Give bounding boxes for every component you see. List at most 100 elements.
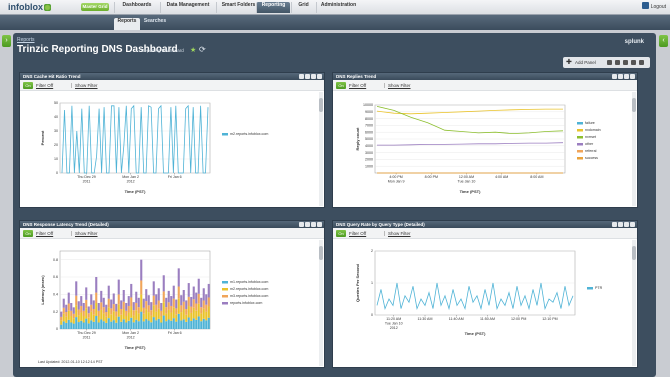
breadcrumb[interactable]: Reports (17, 37, 35, 43)
nav-administration[interactable]: Administration (316, 2, 360, 13)
x-tick-label: 2011 (83, 180, 91, 184)
latency-bar (180, 295, 183, 306)
close-icon[interactable] (317, 222, 322, 227)
filter-off-link[interactable]: Filter Off (36, 83, 53, 88)
scroll-thumb[interactable] (632, 98, 636, 112)
refresh-panel-icon[interactable] (311, 74, 316, 79)
filter-off-link[interactable]: Filter Off (349, 231, 366, 236)
tab-searches[interactable]: Searches (141, 18, 169, 30)
latency-bar (62, 313, 65, 322)
panel-scrollbar[interactable] (632, 92, 636, 206)
refresh-panel-icon[interactable] (311, 222, 316, 227)
chart-response-latency: 0 0.2 0.4 0.6 0.8 Thu Dec 292011 Mon Jan 22012… (40, 250, 268, 350)
latency-bar (125, 303, 128, 311)
favorite-star-icon[interactable]: ★ (190, 46, 196, 54)
latency-bar (97, 310, 100, 316)
scroll-thumb[interactable] (632, 246, 636, 260)
settings-icon[interactable] (305, 222, 310, 227)
latency-bar (77, 301, 80, 310)
filter-toggle-button[interactable]: On (23, 82, 33, 89)
settings-icon[interactable] (618, 222, 623, 227)
show-filter-link[interactable]: Show Filter (384, 231, 411, 236)
nav-reporting[interactable]: Reporting (256, 2, 290, 13)
latency-bar (145, 289, 148, 302)
filter-off-link[interactable]: Filter Off (349, 83, 366, 88)
latency-bar (180, 320, 183, 329)
close-icon[interactable] (630, 74, 635, 79)
print-icon[interactable] (615, 60, 620, 65)
nav-data-management[interactable]: Data Management (160, 2, 215, 13)
latency-bar (197, 278, 200, 294)
expand-left-icon[interactable]: › (2, 35, 11, 47)
minimize-icon[interactable] (299, 222, 304, 227)
edit-icon[interactable] (607, 60, 612, 65)
close-icon[interactable] (317, 74, 322, 79)
latency-bar (190, 296, 193, 307)
latency-bar (200, 307, 203, 314)
add-panel-button[interactable]: Add Panel (575, 60, 596, 65)
latency-bar (95, 316, 98, 329)
filter-off-link[interactable]: Filter Off (36, 231, 53, 236)
legend-label: m2.reports.infoblox.com (230, 287, 268, 291)
x-tick-label: 4:00 PM (389, 175, 402, 179)
latency-bar (147, 312, 150, 321)
add-panel-icon[interactable]: ✚ (566, 58, 572, 66)
latency-bar (160, 316, 163, 323)
latency-bar (72, 313, 75, 319)
latency-bar (142, 298, 145, 308)
latency-bar (140, 259, 143, 281)
latency-bar (172, 318, 175, 329)
latency-bar (112, 311, 115, 321)
show-filter-link[interactable]: Show Filter (71, 83, 98, 88)
x-tick-label: Fri Jan 6 (168, 331, 182, 335)
nav-dashboards[interactable]: Dashboards (114, 2, 159, 13)
x-tick-label: Fri Jan 6 (168, 175, 182, 179)
latency-bar (77, 322, 80, 329)
panel-response-latency: DNS Response Latency Trend (Detailed) On… (19, 220, 325, 368)
minimize-icon[interactable] (299, 74, 304, 79)
y-axis-label: Percent (40, 130, 45, 145)
scroll-thumb[interactable] (319, 98, 323, 112)
panel-scrollbar[interactable] (632, 240, 636, 366)
show-filter-link[interactable]: Show Filter (71, 231, 98, 236)
filter-toolbar: On Filter Off Show Filter (20, 228, 324, 239)
refresh-icon[interactable]: ⟳ (199, 45, 206, 54)
x-axis-label: Time (PST) (125, 189, 146, 194)
filter-toggle-button[interactable]: On (336, 82, 346, 89)
close-icon[interactable] (630, 222, 635, 227)
expand-right-icon[interactable]: ‹ (659, 35, 668, 47)
settings-icon[interactable] (305, 74, 310, 79)
scroll-thumb[interactable] (319, 246, 323, 260)
refresh-panel-icon[interactable] (624, 222, 629, 227)
refresh-panel-icon[interactable] (624, 74, 629, 79)
latency-bar (160, 303, 163, 311)
panel-scrollbar[interactable] (319, 92, 323, 206)
latency-bar (155, 294, 158, 305)
latency-bar (162, 275, 165, 292)
minimize-icon[interactable] (612, 74, 617, 79)
latency-bar (165, 297, 168, 308)
settings-icon[interactable] (618, 74, 623, 79)
export-icon[interactable] (639, 60, 644, 65)
latency-bar (120, 300, 123, 309)
legend-swatch (222, 295, 228, 298)
tab-reports[interactable]: Reports (114, 18, 140, 30)
save-icon[interactable] (623, 60, 628, 65)
infoblox-logo[interactable]: infoblox (8, 2, 51, 12)
sub-tab-bar: Reports Searches (0, 15, 670, 30)
nav-smart-folders[interactable]: Smart Folders (216, 2, 260, 13)
filter-toolbar: On Filter Off Show Filter (333, 228, 637, 239)
latency-bar (170, 320, 173, 329)
layout-icon[interactable] (631, 60, 636, 65)
filter-toggle-button[interactable]: On (336, 230, 346, 237)
latency-bar (207, 297, 210, 307)
latency-bar (90, 320, 93, 329)
latency-bar (67, 303, 70, 311)
y-tick-label: 4000 (365, 144, 373, 148)
panel-scrollbar[interactable] (319, 240, 323, 366)
minimize-icon[interactable] (612, 222, 617, 227)
show-filter-link[interactable]: Show Filter (384, 83, 411, 88)
nav-grid[interactable]: Grid (291, 2, 315, 13)
logout-link[interactable]: Logout (641, 2, 666, 10)
filter-toggle-button[interactable]: On (23, 230, 33, 237)
